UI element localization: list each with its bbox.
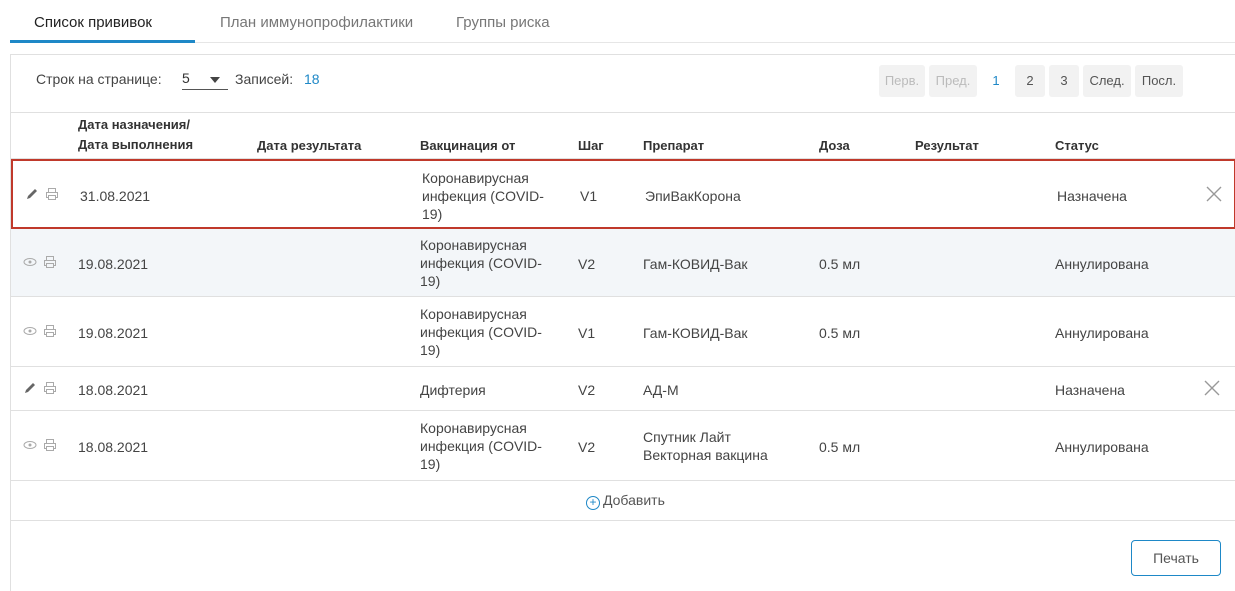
- cell-vaccination-line2: инфекция (COVID-: [420, 255, 542, 271]
- col-header-drug: Препарат: [643, 138, 705, 153]
- active-tab-indicator: [10, 40, 195, 43]
- cell-date: 18.08.2021: [78, 439, 149, 455]
- col-header-vaccination: Вакцинация от: [420, 138, 516, 153]
- tab-risk-groups[interactable]: Группы риска: [456, 14, 550, 31]
- cell-vaccination-line2: инфекция (COVID-: [420, 324, 542, 340]
- cell-vaccination: Коронавирусная инфекция (COVID- 19): [420, 305, 542, 359]
- table-row[interactable]: 18.08.2021 Коронавирусная инфекция (COVI…: [11, 411, 1235, 481]
- caret-down-icon: [210, 77, 220, 83]
- pager-page-1[interactable]: 1: [981, 65, 1011, 97]
- add-button[interactable]: + Добавить: [586, 492, 665, 510]
- vaccination-panel: Строк на странице: 5 Записей: 18 Перв. П…: [10, 54, 1235, 591]
- cell-vaccination-line3: 19): [420, 342, 441, 358]
- cell-date: 19.08.2021: [78, 256, 149, 272]
- cell-drug: Спутник Лайт Векторная вакцина: [643, 428, 768, 464]
- cell-date: 19.08.2021: [78, 325, 149, 341]
- col-header-date-line1: Дата назначения/: [78, 117, 190, 132]
- printer-icon[interactable]: [43, 381, 57, 395]
- cell-status: Аннулирована: [1055, 439, 1149, 455]
- cell-status: Аннулирована: [1055, 325, 1149, 341]
- add-row: + Добавить: [11, 481, 1235, 521]
- pager-prev-button[interactable]: Пред.: [929, 65, 977, 97]
- table-row[interactable]: 31.08.2021 Коронавирусная инфекция (COVI…: [11, 159, 1235, 229]
- table-row[interactable]: 19.08.2021 Коронавирусная инфекция (COVI…: [11, 297, 1235, 367]
- cell-step: V2: [578, 256, 596, 272]
- col-header-date: Дата назначения/ Дата выполнения: [78, 115, 193, 155]
- cell-vaccination: Коронавирусная инфекция (COVID- 19): [422, 169, 544, 223]
- tab-immunization-plan[interactable]: План иммунопрофилактики: [220, 14, 413, 31]
- cell-vaccination-line1: Коронавирусная: [422, 170, 529, 186]
- cell-dose: 0.5 мл: [819, 439, 861, 455]
- rows-per-page-value: 5: [182, 70, 190, 86]
- printer-icon[interactable]: [43, 324, 57, 338]
- cell-date: 31.08.2021: [80, 188, 151, 204]
- cell-step: V1: [580, 188, 598, 204]
- records-count: 18: [304, 71, 320, 87]
- cell-drug: Гам-КОВИД-Вак: [643, 325, 748, 341]
- pager-last-button[interactable]: Посл.: [1135, 65, 1183, 97]
- cell-status: Назначена: [1057, 188, 1127, 204]
- cell-drug-line1: Спутник Лайт: [643, 429, 731, 445]
- cell-vaccination-line1: Коронавирусная: [420, 420, 527, 436]
- records-label: Записей:: [235, 71, 294, 87]
- print-button[interactable]: Печать: [1131, 540, 1221, 576]
- pager-next-button[interactable]: След.: [1083, 65, 1131, 97]
- printer-icon[interactable]: [43, 255, 57, 269]
- printer-icon[interactable]: [43, 438, 57, 452]
- cell-status: Назначена: [1055, 382, 1125, 398]
- cell-drug: АД-М: [643, 382, 679, 398]
- add-button-label: Добавить: [603, 492, 665, 508]
- cell-drug: ЭпиВакКорона: [645, 188, 741, 204]
- cell-vaccination: Коронавирусная инфекция (COVID- 19): [420, 419, 542, 473]
- printer-icon[interactable]: [45, 187, 59, 201]
- cell-status: Аннулирована: [1055, 256, 1149, 272]
- eye-icon[interactable]: [23, 438, 37, 452]
- cell-step: V2: [578, 439, 596, 455]
- pager-page-2[interactable]: 2: [1015, 65, 1045, 97]
- cell-vaccination-line2: инфекция (COVID-: [420, 438, 542, 454]
- cell-vaccination-line3: 19): [420, 273, 441, 289]
- col-header-status: Статус: [1055, 138, 1099, 153]
- cell-step: V2: [578, 382, 596, 398]
- pager-first-button[interactable]: Перв.: [879, 65, 925, 97]
- cell-drug: Гам-КОВИД-Вак: [643, 256, 748, 272]
- cell-drug-line2: Векторная вакцина: [643, 447, 768, 463]
- close-icon[interactable]: [1206, 186, 1222, 202]
- cell-vaccination: Дифтерия: [420, 382, 486, 398]
- eye-icon[interactable]: [23, 255, 37, 269]
- pencil-icon[interactable]: [23, 381, 37, 395]
- cell-step: V1: [578, 325, 596, 341]
- cell-vaccination: Коронавирусная инфекция (COVID- 19): [420, 236, 542, 290]
- col-header-dose: Доза: [819, 138, 850, 153]
- col-header-result-date: Дата результата: [257, 138, 362, 153]
- table-toolbar: Строк на странице: 5 Записей: 18 Перв. П…: [11, 55, 1235, 113]
- pager-page-3[interactable]: 3: [1049, 65, 1079, 97]
- cell-dose: 0.5 мл: [819, 325, 861, 341]
- plus-circle-icon: +: [586, 496, 600, 510]
- close-icon[interactable]: [1204, 380, 1220, 396]
- rows-per-page-select[interactable]: 5: [182, 68, 228, 90]
- cell-vaccination-line3: 19): [420, 456, 441, 472]
- col-header-step: Шаг: [578, 138, 604, 153]
- cell-vaccination-line2: инфекция (COVID-: [422, 188, 544, 204]
- eye-icon[interactable]: [23, 324, 37, 338]
- col-header-date-line2: Дата выполнения: [78, 137, 194, 152]
- cell-date: 18.08.2021: [78, 382, 149, 398]
- cell-vaccination-line3: 19): [422, 206, 443, 222]
- rows-per-page-label: Строк на странице:: [36, 71, 162, 87]
- table-row[interactable]: 19.08.2021 Коронавирусная инфекция (COVI…: [11, 229, 1235, 297]
- cell-vaccination-line1: Коронавирусная: [420, 306, 527, 322]
- cell-vaccination-line1: Коронавирусная: [420, 237, 527, 253]
- table-header: Дата назначения/ Дата выполнения Дата ре…: [11, 113, 1235, 159]
- tab-bar: Список прививок План иммунопрофилактики …: [10, 0, 1235, 43]
- table-row[interactable]: 18.08.2021 Дифтерия V2 АД-М Назначена: [11, 367, 1235, 411]
- tab-vaccination-list[interactable]: Список прививок: [34, 14, 152, 31]
- cell-dose: 0.5 мл: [819, 256, 861, 272]
- col-header-result: Результат: [915, 138, 979, 153]
- pencil-icon[interactable]: [25, 187, 39, 201]
